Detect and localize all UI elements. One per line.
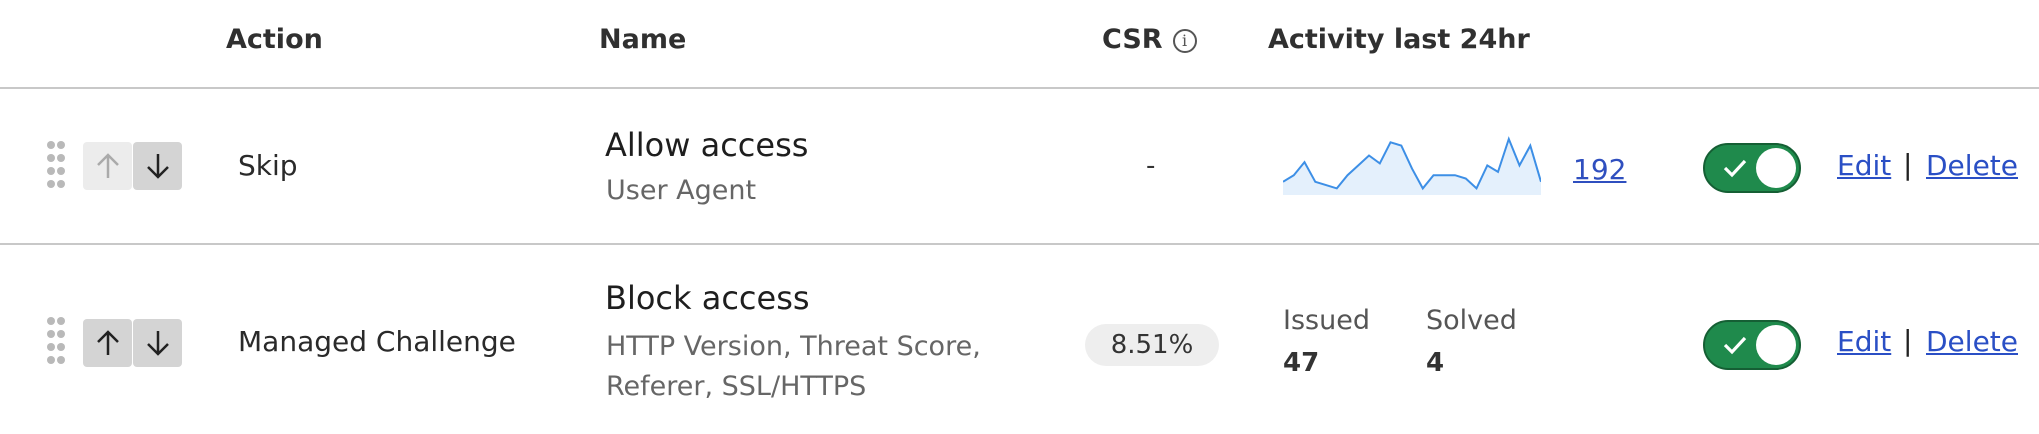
check-icon xyxy=(1723,336,1747,355)
rule-enabled-toggle[interactable] xyxy=(1703,143,1801,193)
table-row: Skip Allow access User Agent - 192 Edit … xyxy=(0,89,2039,245)
edit-link[interactable]: Edit xyxy=(1837,325,1891,358)
column-header-name: Name xyxy=(599,24,687,55)
drag-handle-icon[interactable] xyxy=(47,317,65,364)
issued-label: Issued xyxy=(1283,305,1370,336)
drag-handle-icon[interactable] xyxy=(47,141,65,188)
link-separator: | xyxy=(1903,324,1913,357)
move-down-button[interactable] xyxy=(133,142,182,190)
rule-action: Skip xyxy=(238,149,298,182)
move-up-button[interactable] xyxy=(83,319,132,367)
move-up-button[interactable] xyxy=(83,142,132,190)
delete-link[interactable]: Delete xyxy=(1926,325,2018,358)
activity-sparkline xyxy=(1283,136,1541,195)
activity-count-link[interactable]: 192 xyxy=(1573,153,1626,186)
csr-value: - xyxy=(1146,151,1156,181)
delete-link[interactable]: Delete xyxy=(1926,149,2018,182)
arrow-down-icon xyxy=(146,154,169,179)
rule-name: Block access xyxy=(605,279,810,317)
column-header-action: Action xyxy=(226,24,323,55)
check-icon xyxy=(1723,159,1747,178)
arrow-up-icon xyxy=(96,330,119,355)
table-header: Action Name CSR i Activity last 24hr xyxy=(0,0,2039,89)
toggle-knob xyxy=(1756,325,1796,365)
rule-enabled-toggle[interactable] xyxy=(1703,320,1801,370)
arrow-up-icon xyxy=(96,153,119,178)
rule-name: Allow access xyxy=(605,126,809,164)
move-down-button[interactable] xyxy=(133,319,182,367)
issued-value: 47 xyxy=(1283,348,1320,378)
table-row: Managed Challenge Block access HTTP Vers… xyxy=(0,245,2039,434)
link-separator: | xyxy=(1903,148,1913,181)
column-header-csr-label: CSR xyxy=(1102,24,1163,55)
solved-value: 4 xyxy=(1426,348,1445,378)
column-header-csr: CSR i xyxy=(1102,24,1197,55)
info-icon[interactable]: i xyxy=(1172,29,1197,53)
rule-fields: User Agent xyxy=(606,175,757,206)
csr-value-badge: 8.51% xyxy=(1085,324,1219,366)
column-header-activity: Activity last 24hr xyxy=(1268,24,1530,55)
arrow-down-icon xyxy=(146,331,169,356)
solved-label: Solved xyxy=(1426,305,1517,336)
edit-link[interactable]: Edit xyxy=(1837,149,1891,182)
rule-fields: HTTP Version, Threat Score, Referer, SSL… xyxy=(606,331,981,402)
reorder-buttons xyxy=(83,319,183,367)
reorder-buttons xyxy=(83,142,183,190)
toggle-knob xyxy=(1756,148,1796,188)
rule-action: Managed Challenge xyxy=(238,325,516,358)
